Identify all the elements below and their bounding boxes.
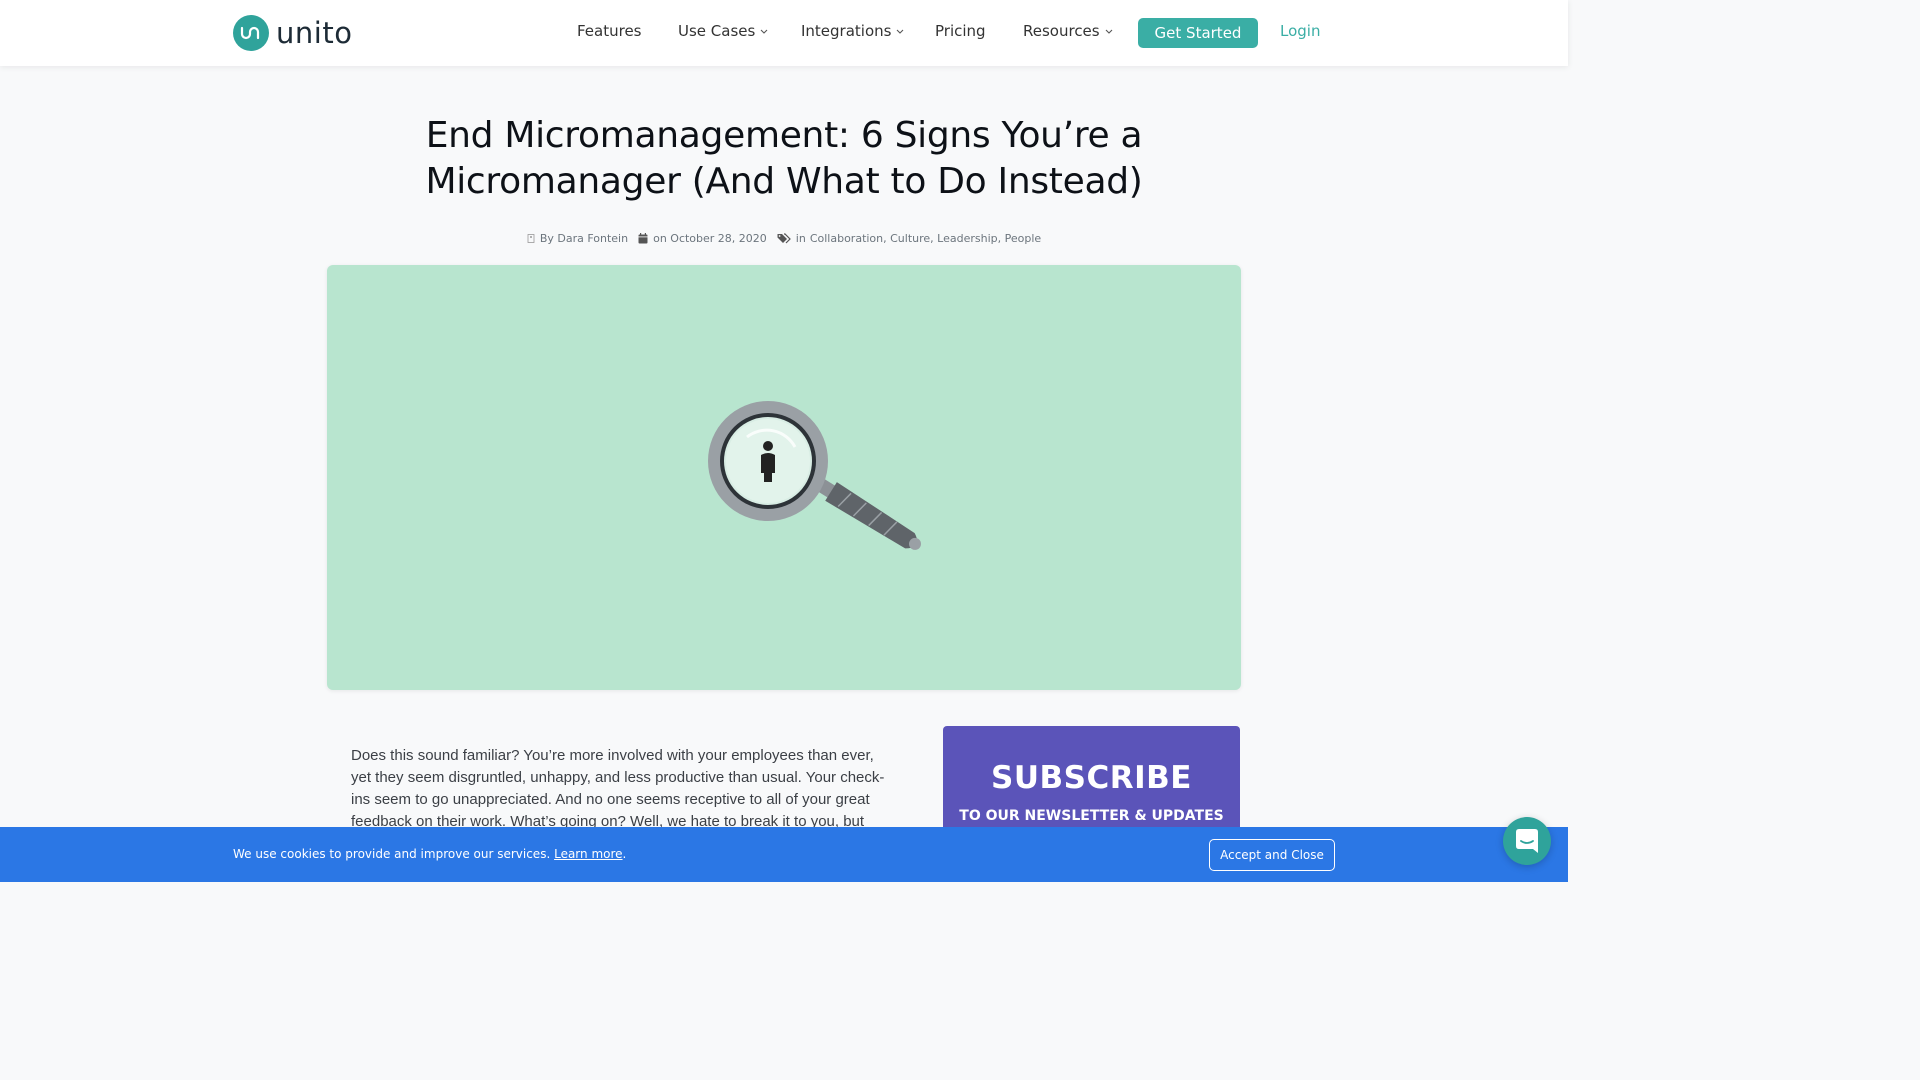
nav-resources[interactable]: Resources <box>1023 22 1113 40</box>
article-meta: By Dara Fontein on October 28, 2020 in C… <box>0 232 1568 245</box>
chat-bubble-icon <box>1516 829 1538 853</box>
category-links[interactable]: Collaboration, Culture, Leadership, Peop… <box>810 232 1041 245</box>
magnifying-glass-person-illustration <box>708 401 922 550</box>
nav-use-cases-label: Use Cases <box>678 22 756 40</box>
nav-features[interactable]: Features <box>577 22 642 40</box>
cookie-period: . <box>622 847 627 861</box>
cookie-text: We use cookies to provide and improve ou… <box>233 847 551 861</box>
author-link[interactable]: By Dara Fontein <box>540 232 628 245</box>
learn-more-link[interactable]: Learn more <box>554 847 622 861</box>
article-title: End Micromanagement: 6 Signs You’re a Mi… <box>425 115 1143 202</box>
chevron-down-icon <box>897 29 904 34</box>
user-icon <box>527 234 535 243</box>
brand-name: unito <box>276 16 353 50</box>
unito-logo-icon <box>233 15 269 51</box>
tags-icon <box>777 233 791 244</box>
chevron-down-icon <box>1105 29 1112 34</box>
cookie-message: We use cookies to provide and improve ou… <box>233 847 626 861</box>
categories-meta: in Collaboration, Culture, Leadership, P… <box>777 232 1041 245</box>
cookie-banner: We use cookies to provide and improve ou… <box>0 827 1568 882</box>
publish-date: on October 28, 2020 <box>653 232 767 245</box>
login-link[interactable]: Login <box>1280 22 1320 40</box>
chat-launcher-button[interactable] <box>1503 817 1551 865</box>
nav-resources-label: Resources <box>1023 22 1100 40</box>
categories-prefix: in <box>795 232 806 245</box>
calendar-icon <box>638 233 648 244</box>
top-navbar: unito Features Use Cases Integrations Pr… <box>0 0 1568 66</box>
chevron-down-icon <box>760 29 768 34</box>
nav-integrations[interactable]: Integrations <box>801 22 904 40</box>
nav-use-cases[interactable]: Use Cases <box>678 22 768 40</box>
nav-pricing[interactable]: Pricing <box>935 22 986 40</box>
subscribe-heading: SUBSCRIBE <box>991 760 1192 796</box>
nav-integrations-label: Integrations <box>801 22 892 40</box>
get-started-button[interactable]: Get Started <box>1138 18 1258 48</box>
date-meta: on October 28, 2020 <box>638 232 767 245</box>
accept-and-close-button[interactable]: Accept and Close <box>1209 839 1335 871</box>
subscribe-subheading: TO OUR NEWSLETTER & UPDATES <box>959 808 1224 824</box>
hero-image <box>327 265 1241 690</box>
unito-logo[interactable]: unito <box>233 15 352 51</box>
author-meta: By Dara Fontein <box>527 232 628 245</box>
